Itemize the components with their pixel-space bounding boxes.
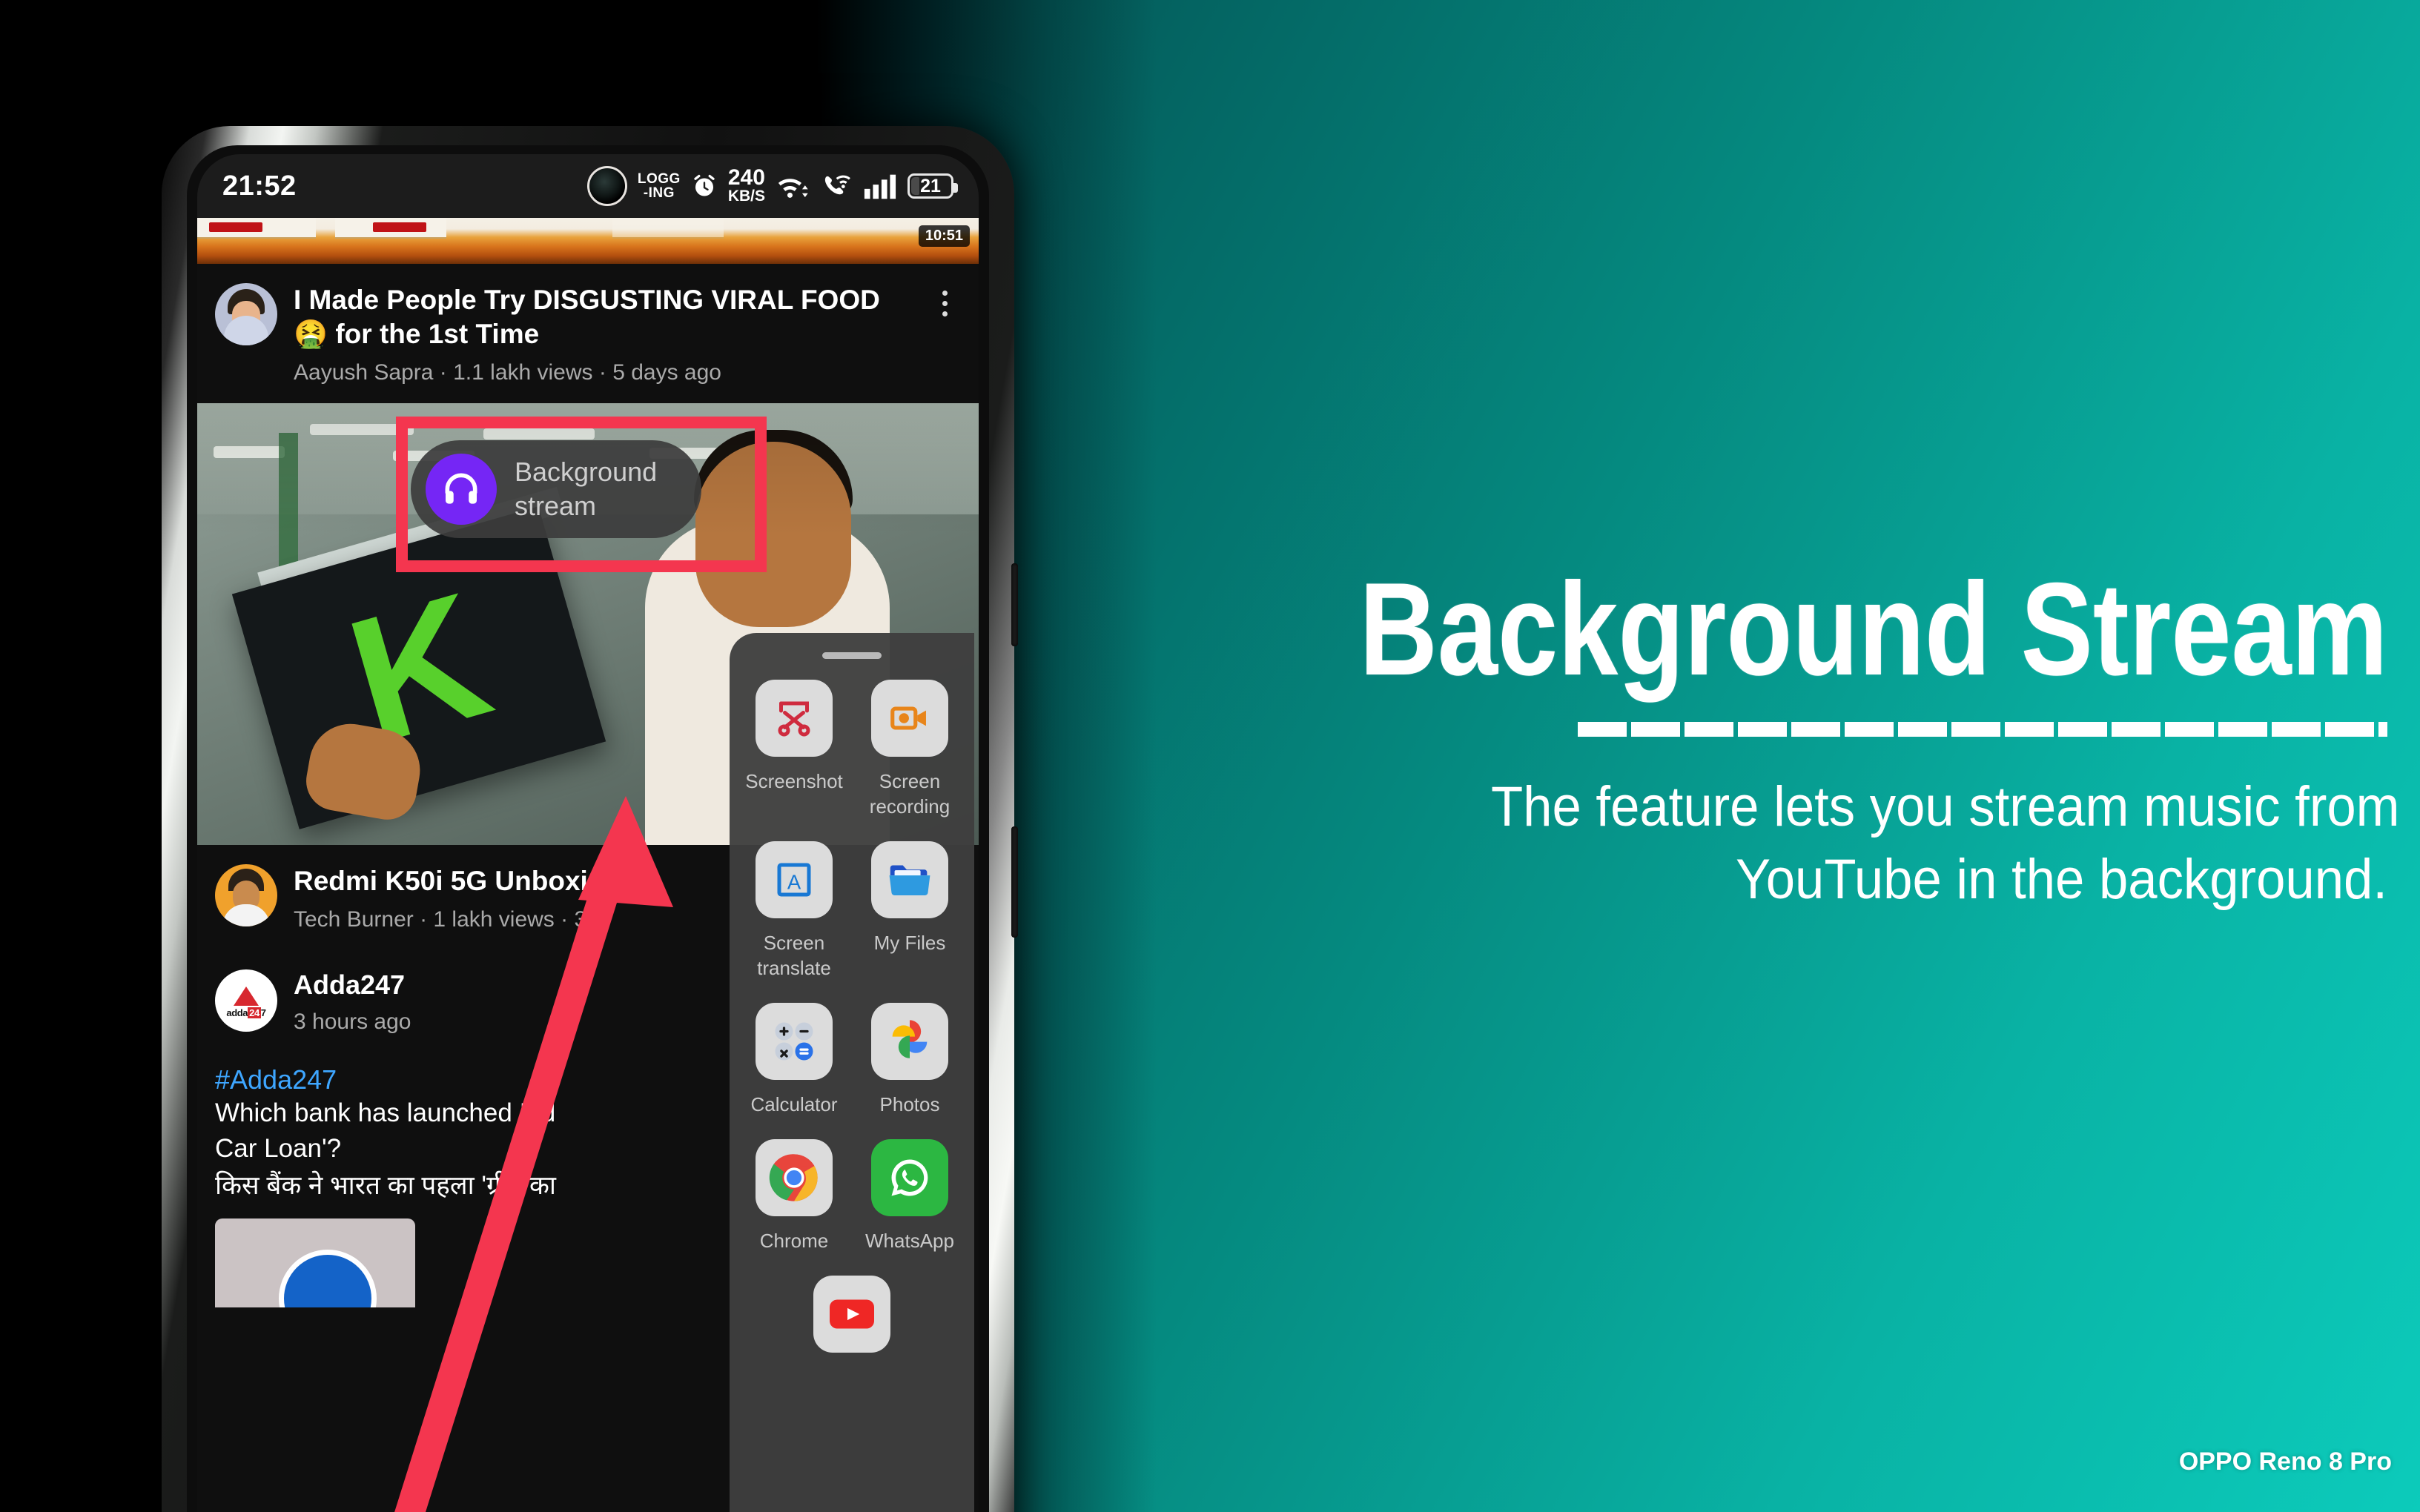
sidebar-item-photos[interactable]: Photos — [858, 1003, 962, 1117]
sidebar-item-label: My Files — [873, 932, 946, 954]
sidebar-item-youtube[interactable] — [800, 1276, 904, 1353]
background-stream-pill[interactable]: Background stream — [411, 440, 701, 538]
volume-button[interactable] — [1011, 563, 1018, 646]
whatsapp-icon — [871, 1139, 948, 1216]
sidebar-item-label: Photos — [879, 1093, 940, 1115]
video-meta: Aayush Sapra · 1.1 lakh views · 5 days a… — [294, 360, 721, 385]
sidebar-item-whatsapp[interactable]: WhatsApp — [858, 1139, 962, 1253]
smart-sidebar-panel[interactable]: Screenshot Screen recording A Screen tra… — [730, 633, 974, 1512]
svg-text:A: A — [787, 871, 801, 894]
translate-a-icon: A — [756, 841, 833, 918]
video-title: I Made People Try DISGUSTING VIRAL FOOD … — [294, 285, 880, 349]
call-wifi-icon — [824, 175, 850, 195]
sidebar-item-my-files[interactable]: My Files — [858, 841, 962, 981]
phone-screen: 21:52 LOGG -ING 240 KB/S 21 10:51 I Made… — [197, 154, 979, 1512]
logging-indicator: LOGG -ING — [637, 171, 681, 201]
headline-block: Background Stream — [1134, 563, 2387, 737]
signal-bars-icon — [864, 174, 896, 199]
sidebar-item-chrome[interactable]: Chrome — [742, 1139, 846, 1253]
scissors-icon — [756, 680, 833, 757]
partial-video-thumbnail[interactable]: 10:51 — [197, 218, 979, 264]
status-icons: LOGG -ING 240 KB/S 21 — [586, 165, 958, 206]
power-button[interactable] — [1011, 826, 1018, 938]
phone-device-frame: 21:52 LOGG -ING 240 KB/S 21 10:51 I Made… — [162, 126, 1018, 1512]
sidebar-item-calculator[interactable]: Calculator — [742, 1003, 846, 1117]
background-stream-label: Background stream — [515, 457, 658, 521]
subtitle-block: The feature lets you stream music from Y… — [1424, 771, 2400, 916]
sidebar-item-label: Chrome — [759, 1230, 829, 1252]
status-clock: 21:52 — [222, 170, 297, 202]
sidebar-item-label: Screenshot — [745, 770, 843, 792]
promo-screenshot: 21:52 LOGG -ING 240 KB/S 21 10:51 I Made… — [0, 0, 2420, 1512]
alarm-clock-icon — [694, 174, 715, 196]
avatar[interactable] — [215, 283, 277, 345]
phone-bezel: 21:52 LOGG -ING 240 KB/S 21 10:51 I Made… — [187, 145, 989, 1512]
subtitle-line: YouTube in the background. — [1736, 848, 2387, 911]
post-timestamp: 3 hours ago — [294, 1009, 411, 1034]
sidebar-item-screenshot[interactable]: Screenshot — [742, 680, 846, 819]
post-channel-name: Adda247 — [294, 969, 406, 1000]
sidebar-item-label: Calculator — [750, 1093, 838, 1115]
camera-punch-hole-icon — [586, 166, 627, 206]
sidebar-item-screen-translate[interactable]: A Screen translate — [742, 841, 846, 981]
avatar[interactable]: adda 24 7 — [215, 969, 277, 1032]
device-name-label: OPPO Reno 8 Pro — [2178, 1448, 2392, 1476]
page-title: Background Stream — [1359, 555, 2387, 703]
drawer-handle[interactable] — [822, 652, 882, 659]
wifi-icon — [778, 179, 808, 198]
chrome-icon — [756, 1139, 833, 1216]
sidebar-item-label: Screen translate — [757, 932, 831, 979]
network-speed-indicator: 240 KB/S — [727, 165, 765, 205]
promo-text-panel: Background Stream The feature lets you s… — [1112, 0, 2420, 1512]
headline-underline-rule — [1578, 722, 2387, 737]
video-duration-badge: 10:51 — [918, 225, 970, 247]
calculator-icon — [756, 1003, 833, 1080]
sidebar-item-label: Screen recording — [869, 770, 951, 818]
battery-icon: 21 — [908, 173, 958, 199]
post-image[interactable] — [215, 1218, 415, 1307]
subtitle-line: The feature lets you stream music from — [1491, 775, 2400, 838]
sidebar-item-screen-recording[interactable]: Screen recording — [858, 680, 962, 819]
video-row[interactable]: I Made People Try DISGUSTING VIRAL FOOD … — [197, 264, 979, 403]
avatar[interactable] — [215, 864, 277, 926]
more-options-icon[interactable] — [928, 283, 961, 316]
headphones-icon — [426, 454, 497, 525]
sidebar-item-label: WhatsApp — [865, 1230, 954, 1252]
status-bar: 21:52 LOGG -ING 240 KB/S 21 — [197, 154, 979, 218]
youtube-icon — [813, 1276, 890, 1353]
video-record-icon — [871, 680, 948, 757]
google-photos-icon — [871, 1003, 948, 1080]
folder-icon — [871, 841, 948, 918]
